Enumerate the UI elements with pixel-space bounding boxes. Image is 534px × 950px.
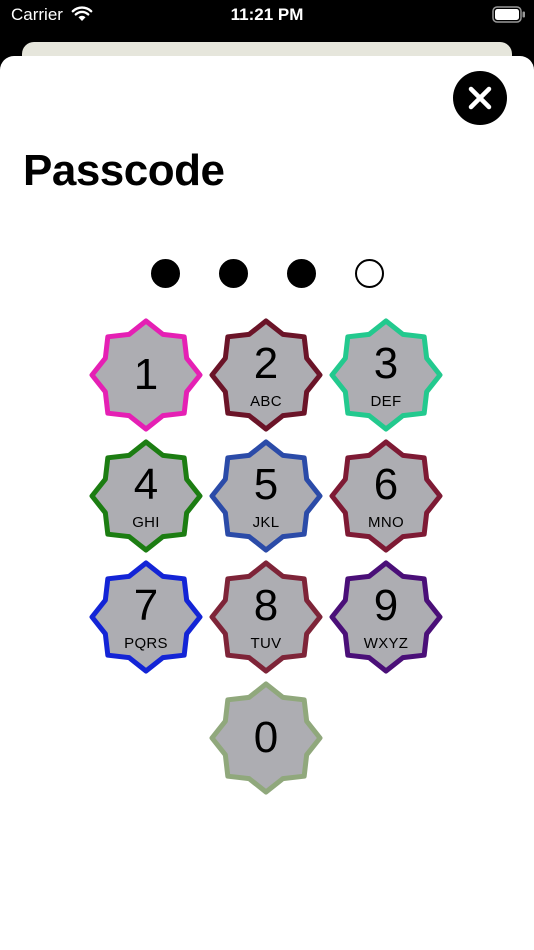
keypad-key-3[interactable]: 3 DEF — [328, 317, 444, 433]
status-bar: Carrier 11:21 PM — [0, 0, 534, 32]
key-letters: TUV — [250, 635, 282, 652]
passcode-dot-filled — [287, 259, 316, 288]
key-digit: 5 — [253, 460, 279, 509]
keypad-key-9[interactable]: 9 WXYZ — [328, 559, 444, 675]
close-icon — [468, 86, 492, 110]
key-digit: 1 — [133, 350, 159, 399]
key-digit: 3 — [373, 339, 399, 388]
keypad-key-4[interactable]: 4 GHI — [88, 438, 204, 554]
keypad-key-5[interactable]: 5 JKL — [208, 438, 324, 554]
key-digit: 2 — [253, 339, 279, 388]
key-digit: 6 — [373, 460, 399, 509]
key-letters: JKL — [252, 514, 280, 531]
keypad-key-8[interactable]: 8 TUV — [208, 559, 324, 675]
key-letters: WXYZ — [363, 635, 409, 652]
key-digit: 9 — [373, 581, 399, 630]
key-letters: MNO — [368, 514, 404, 531]
keypad-key-1[interactable]: 1 — [88, 317, 204, 433]
clock: 11:21 PM — [230, 5, 304, 24]
key-letters: ABC — [250, 393, 282, 410]
key-digit: 4 — [133, 460, 159, 509]
key-letters: GHI — [132, 514, 160, 531]
battery-icon — [492, 6, 525, 23]
passcode-dot-empty — [355, 259, 384, 288]
keypad-key-2[interactable]: 2 ABC — [208, 317, 324, 433]
key-digit: 7 — [133, 581, 159, 630]
key-letters: DEF — [370, 393, 402, 410]
passcode-dot-filled — [151, 259, 180, 288]
close-button[interactable] — [453, 71, 507, 125]
keypad-key-7[interactable]: 7 PQRS — [88, 559, 204, 675]
key-letters: PQRS — [124, 635, 168, 652]
keypad-key-0[interactable]: 0 — [208, 680, 324, 796]
key-digit: 0 — [253, 713, 279, 762]
keypad-key-6[interactable]: 6 MNO — [328, 438, 444, 554]
passcode-dot-filled — [219, 259, 248, 288]
page-title: Passcode — [23, 146, 225, 195]
key-digit: 8 — [253, 581, 279, 630]
